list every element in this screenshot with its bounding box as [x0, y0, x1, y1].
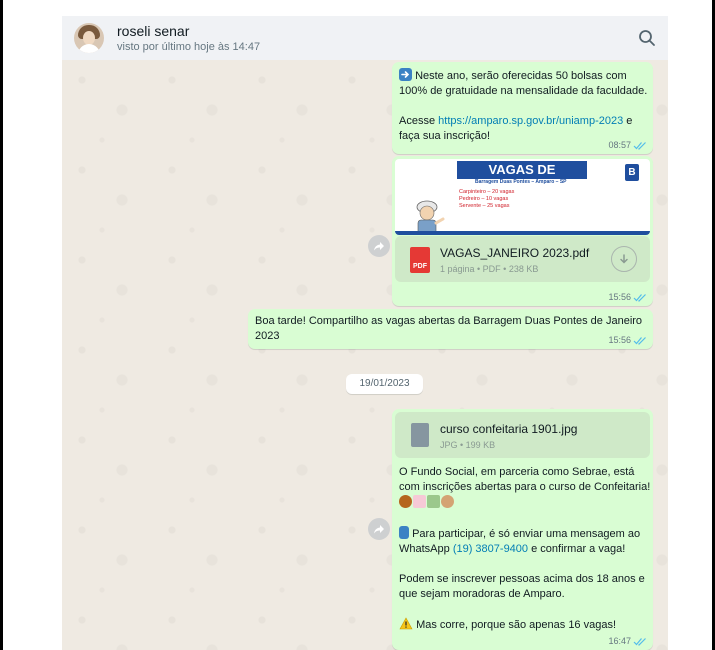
file-info: JPG • 199 KB	[440, 440, 496, 450]
file-name: VAGAS_JANEIRO 2023.pdf	[440, 246, 590, 260]
message-text: Boa tarde! Compartilho as vagas abertas …	[255, 315, 643, 327]
frame-left-border	[0, 0, 3, 650]
message-text: Podem se inscrever pessoas acima dos 18 …	[399, 573, 645, 585]
preview-subtitle: Barragem Duas Pontes – Amparo – SP	[475, 179, 567, 185]
file-name: curso confeitaria 1901.jpg	[440, 422, 578, 436]
contact-name: roseli senar	[117, 22, 190, 39]
warning-emoji-icon	[399, 617, 413, 635]
last-seen-status: visto por último hoje às 14:47	[117, 40, 261, 53]
preview-vacancy-list: Carpinteiro – 20 vagas Pedreiro – 10 vag…	[459, 189, 515, 209]
message-text: Mas corre, porque são apenas 16 vagas!	[416, 619, 617, 631]
preview-title: VAGAS DE EMPREGO:	[457, 161, 587, 195]
message-meta: 15:56	[608, 335, 647, 345]
message-text: 2023	[255, 330, 280, 342]
forward-icon[interactable]	[368, 518, 390, 540]
uniamp-link[interactable]: https://amparo.sp.gov.br/uniamp-2023	[438, 115, 623, 127]
message-text: e	[623, 115, 633, 127]
phone-link[interactable]: (19) 3807-9400	[453, 543, 528, 555]
preview-logo: B	[625, 164, 639, 181]
download-button[interactable]	[611, 246, 637, 272]
message-bubble[interactable]: curso confeitaria 1901.jpg JPG • 199 KB …	[392, 409, 653, 650]
forward-icon[interactable]	[368, 235, 390, 257]
message-list[interactable]: Neste ano, serão oferecidas 50 bolsas co…	[62, 60, 668, 650]
message-text: 100% de gratuidade na mensalidade da fac…	[399, 85, 648, 97]
message-text: com inscrições abertas para o curso de C…	[399, 481, 651, 493]
message-time: 15:56	[608, 292, 631, 302]
mobile-phone-emoji-icon	[399, 526, 409, 539]
file-icon	[411, 423, 429, 447]
double-check-icon	[633, 293, 646, 302]
document-message[interactable]: VAGAS DE EMPREGO: Barragem Duas Pontes –…	[392, 156, 653, 306]
message-text: Acesse	[399, 115, 439, 127]
message-time: 16:47	[608, 636, 631, 646]
jpg-attachment[interactable]: curso confeitaria 1901.jpg JPG • 199 KB	[395, 412, 650, 458]
pdf-file-icon: PDF	[410, 247, 430, 273]
double-check-icon	[633, 637, 646, 646]
message-text: WhatsApp	[399, 543, 453, 555]
message-meta: 15:56	[608, 292, 647, 302]
worker-illustration	[416, 200, 445, 235]
pdf-attachment[interactable]: PDF VAGAS_JANEIRO 2023.pdf 1 página • PD…	[395, 236, 650, 282]
message-text: que sejam moradoras de Amparo.	[399, 588, 565, 600]
cake-cookie-emoji-icons	[399, 495, 454, 508]
avatar[interactable]	[74, 23, 104, 53]
message-text: faça sua inscrição!	[399, 130, 491, 142]
message-bubble[interactable]: Neste ano, serão oferecidas 50 bolsas co…	[392, 62, 653, 154]
arrow-right-emoji-icon	[399, 68, 412, 81]
message-meta: 16:47	[608, 636, 647, 646]
message-bubble[interactable]: Boa tarde! Compartilho as vagas abertas …	[248, 309, 653, 349]
contact-info[interactable]: roseli senar visto por último hoje às 14…	[117, 23, 260, 54]
message-time: 15:56	[608, 335, 631, 345]
message-text: Neste ano, serão oferecidas 50 bolsas co…	[415, 70, 627, 82]
message-text: e confirmar a vaga!	[528, 543, 626, 555]
message-text: O Fundo Social, em parceria como Sebrae,…	[399, 466, 635, 478]
double-check-icon	[633, 141, 646, 150]
message-time: 08:57	[608, 140, 631, 150]
pdf-preview-image[interactable]: VAGAS DE EMPREGO: Barragem Duas Pontes –…	[395, 159, 650, 235]
download-icon	[620, 254, 628, 264]
file-info: 1 página • PDF • 238 KB	[440, 264, 539, 274]
message-text: Para participar, é só enviar uma mensage…	[412, 528, 641, 540]
search-icon[interactable]	[638, 29, 656, 47]
chat-header[interactable]: roseli senar visto por último hoje às 14…	[62, 16, 668, 60]
date-separator: 19/01/2023	[346, 374, 423, 394]
message-meta: 08:57	[608, 140, 647, 150]
whatsapp-chat-window: roseli senar visto por último hoje às 14…	[62, 16, 668, 650]
double-check-icon	[633, 336, 646, 345]
